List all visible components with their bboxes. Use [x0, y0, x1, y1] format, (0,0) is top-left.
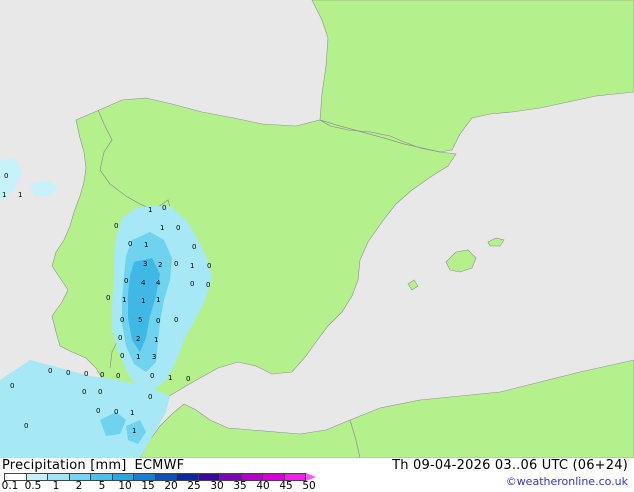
colorbar-tick-label: 50	[302, 480, 316, 492]
point-value: 0	[10, 382, 14, 390]
point-value: 0	[24, 422, 28, 430]
point-value: 0	[48, 367, 52, 375]
point-value: 0	[98, 388, 102, 396]
colorbar-tick-label: 45	[279, 480, 293, 492]
point-value: 0	[100, 371, 104, 379]
point-value: 1	[122, 296, 126, 304]
colorbar-tick-label: 5	[98, 480, 106, 492]
point-value: 0	[190, 280, 194, 288]
colorbar-tick-label: 2	[75, 480, 83, 492]
point-value: 0	[96, 407, 100, 415]
point-value: 1	[160, 224, 164, 232]
colorbar-tick-label: 40	[256, 480, 270, 492]
point-value: 0	[174, 316, 178, 324]
point-value: 1	[136, 353, 140, 361]
colorbar-tick-label: 30	[210, 480, 224, 492]
colorbar-tick-label: 0.5	[24, 480, 42, 492]
point-value: 1	[18, 191, 22, 199]
point-value: 0	[84, 370, 88, 378]
point-value: 0	[186, 375, 190, 383]
colorbar-tick-label: 25	[187, 480, 201, 492]
point-value: 2	[136, 335, 140, 343]
point-value: 1	[2, 191, 6, 199]
legend-variable: Precipitation [mm]	[2, 458, 127, 473]
point-value: 1	[130, 409, 134, 417]
point-value: 0	[176, 224, 180, 232]
colorbar-tick-label: 0.1	[1, 480, 19, 492]
precipitation-map: 0 1 1 1 0 0 1 0 0 1 0 3 2 0 1 0 0 4 4 0 …	[0, 0, 634, 458]
point-value: 4	[156, 279, 161, 287]
point-value: 0	[124, 277, 128, 285]
legend-bar: Precipitation [mm] ECMWF Th 09-04-2026 03…	[0, 458, 634, 492]
point-value: 0	[156, 317, 160, 325]
point-value: 0	[120, 316, 124, 324]
point-value: 0	[120, 352, 124, 360]
point-value: 0	[116, 372, 120, 380]
point-value: 0	[4, 172, 8, 180]
point-value: 1	[144, 241, 148, 249]
point-value: 4	[141, 279, 146, 287]
point-value: 0	[206, 281, 210, 289]
map-canvas: 0 1 1 1 0 0 1 0 0 1 0 3 2 0 1 0 0 4 4 0 …	[0, 0, 634, 458]
point-value: 1	[190, 262, 194, 270]
point-value: 1	[154, 336, 158, 344]
colorbar-tick-label: 20	[164, 480, 178, 492]
point-value: 0	[207, 262, 211, 270]
colorbar-tick-label: 15	[141, 480, 155, 492]
point-value: 1	[168, 374, 172, 382]
point-value: 1	[156, 296, 160, 304]
point-value: 0	[114, 222, 118, 230]
point-value: 0	[192, 243, 196, 251]
point-value: 0	[128, 240, 132, 248]
point-value: 3	[152, 353, 156, 361]
point-value: 1	[132, 427, 136, 435]
colorbar-tick-label: 35	[233, 480, 247, 492]
point-value: 2	[158, 261, 162, 269]
point-value: 0	[162, 204, 166, 212]
point-value: 3	[143, 260, 147, 268]
colorbar-tick-label: 1	[52, 480, 60, 492]
point-value: 1	[148, 206, 152, 214]
point-value: 0	[148, 393, 152, 401]
point-value: 0	[114, 408, 118, 416]
point-value: 0	[66, 369, 70, 377]
run-info: Th 09-04-2026 03..06 UTC (06+24)	[392, 458, 628, 473]
point-value: 0	[106, 294, 110, 302]
point-value: 0	[174, 260, 178, 268]
colorbar-ticks: 0.1 0.5 1 2 5 10 15 20 25 30 35 40 45 50	[0, 480, 340, 492]
point-value: 0	[82, 388, 86, 396]
legend-title: Precipitation [mm] ECMWF	[2, 458, 184, 473]
point-value: 5	[138, 316, 142, 324]
colorbar-tick-label: 10	[118, 480, 132, 492]
point-value: 0	[118, 334, 122, 342]
credit-link[interactable]: ©weatheronline.co.uk	[506, 475, 628, 488]
point-value: 1	[141, 297, 145, 305]
point-value: 0	[150, 372, 154, 380]
model-name: ECMWF	[134, 458, 185, 473]
